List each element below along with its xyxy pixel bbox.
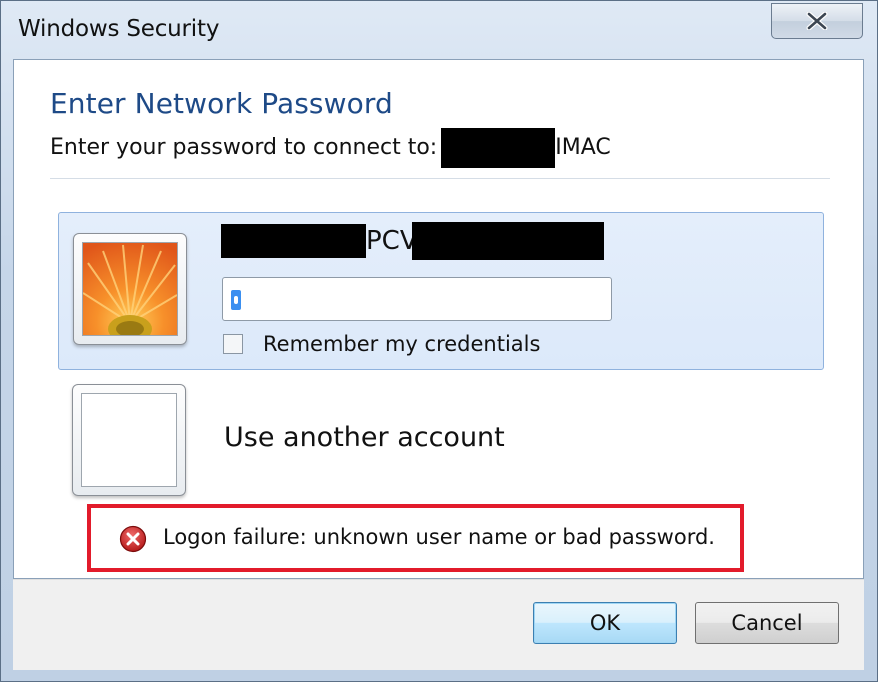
cancel-button[interactable]: Cancel bbox=[695, 602, 839, 644]
close-icon bbox=[806, 12, 828, 30]
redacted-user-suffix bbox=[411, 222, 604, 260]
ok-button[interactable]: OK bbox=[533, 602, 677, 644]
window-title: Windows Security bbox=[18, 16, 220, 42]
dialog-content: Enter Network Password Enter your passwo… bbox=[13, 59, 864, 579]
subheading-text: Enter your password to connect to: bbox=[50, 135, 438, 160]
dialog-heading: Enter Network Password bbox=[50, 87, 393, 120]
use-another-account-tile[interactable] bbox=[72, 384, 186, 496]
error-x-icon bbox=[119, 525, 147, 553]
credential-user-name: PCV bbox=[221, 222, 604, 260]
remember-credentials-option[interactable]: Remember my credentials bbox=[223, 331, 540, 357]
remember-credentials-label: Remember my credentials bbox=[263, 332, 541, 356]
use-another-account-label[interactable]: Use another account bbox=[224, 422, 505, 453]
error-message-text: Logon failure: unknown user name or bad … bbox=[163, 525, 715, 549]
dialog-subheading: Enter your password to connect to: IMAC bbox=[50, 128, 611, 168]
dialog-footer: OK Cancel bbox=[13, 579, 864, 670]
orange-flower-avatar-icon bbox=[82, 242, 178, 336]
redacted-server-name bbox=[441, 128, 556, 168]
error-message-highlight: Logon failure: unknown user name or bad … bbox=[87, 504, 744, 572]
remember-credentials-checkbox[interactable] bbox=[223, 334, 243, 354]
server-name-suffix: IMAC bbox=[555, 135, 611, 160]
redacted-user-prefix bbox=[221, 224, 366, 258]
header-divider bbox=[50, 178, 830, 179]
selected-credential-tile[interactable]: PCV Remember my credentials bbox=[58, 212, 824, 370]
blank-avatar-icon bbox=[81, 393, 177, 487]
password-input[interactable] bbox=[222, 277, 612, 321]
close-button[interactable] bbox=[771, 3, 863, 39]
title-bar[interactable]: Windows Security bbox=[1, 1, 877, 59]
windows-security-dialog: Windows Security Enter Network Password … bbox=[0, 0, 878, 682]
password-caret-indicator bbox=[231, 290, 241, 310]
user-avatar bbox=[73, 233, 187, 345]
user-name-middle: PCV bbox=[366, 226, 418, 256]
